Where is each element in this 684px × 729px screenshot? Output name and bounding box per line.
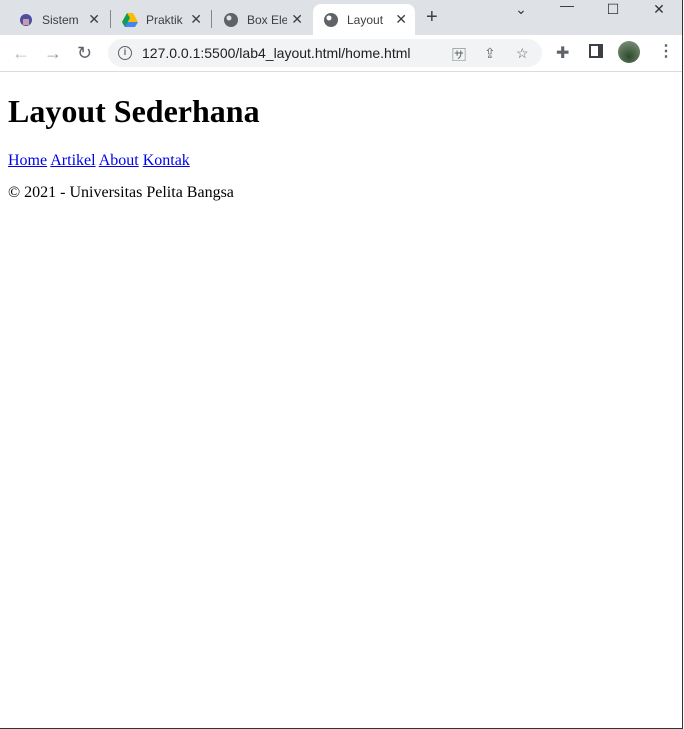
extensions-icon[interactable]: ✚ xyxy=(556,43,569,63)
browser-toolbar: ← → ↻ i 127.0.0.1:5500/lab4_layout.html/… xyxy=(0,35,682,72)
minimize-button[interactable]: — xyxy=(544,0,590,12)
globe-icon xyxy=(223,12,239,28)
tab-box-ele[interactable]: Box Ele ✕ xyxy=(213,4,311,35)
share-icon[interactable]: ⇪ xyxy=(484,45,496,62)
tab-divider xyxy=(211,10,212,28)
browser-window: Sistem ✕ Praktik ✕ Box Ele ✕ Layout ✕ + … xyxy=(0,0,683,729)
avatar[interactable] xyxy=(618,41,640,63)
nav-link-kontak[interactable]: Kontak xyxy=(143,152,190,169)
forward-button[interactable]: → xyxy=(44,43,62,64)
close-tab-icon[interactable]: ✕ xyxy=(291,11,303,28)
reload-button[interactable]: ↻ xyxy=(77,43,92,64)
page-title: Layout Sederhana xyxy=(8,93,260,129)
maximize-button[interactable]: ☐ xyxy=(590,2,636,16)
bookmark-star-icon[interactable]: ☆ xyxy=(516,45,529,62)
university-logo-icon xyxy=(18,12,34,28)
url-text[interactable]: 127.0.0.1:5500/lab4_layout.html/home.htm… xyxy=(142,45,411,61)
nav-link-artikel[interactable]: Artikel xyxy=(50,152,95,169)
close-tab-icon[interactable]: ✕ xyxy=(395,11,407,28)
nav-link-about[interactable]: About xyxy=(99,152,139,169)
tab-praktik[interactable]: Praktik ✕ xyxy=(112,4,210,35)
footer-text: © 2021 - Universitas Pelita Bangsa xyxy=(8,184,234,201)
nav-link-home[interactable]: Home xyxy=(8,152,47,169)
back-button[interactable]: ← xyxy=(12,43,30,64)
tab-strip: Sistem ✕ Praktik ✕ Box Ele ✕ Layout ✕ + … xyxy=(0,0,682,35)
tab-search-chevron-icon[interactable]: ⌄ xyxy=(498,2,544,16)
nav-menu: Home Artikel About Kontak xyxy=(8,152,260,170)
menu-kebab-icon[interactable]: ⋮ xyxy=(658,41,674,61)
side-panel-icon[interactable] xyxy=(589,44,603,58)
translate-icon[interactable]: 🈂 xyxy=(452,45,466,65)
tab-divider xyxy=(110,10,111,28)
close-tab-icon[interactable]: ✕ xyxy=(190,11,202,28)
page-content: Layout Sederhana Home Artikel About Kont… xyxy=(8,72,260,202)
tab-sistem[interactable]: Sistem ✕ xyxy=(8,4,108,35)
google-drive-icon xyxy=(122,12,138,28)
globe-icon xyxy=(323,12,339,28)
info-icon[interactable]: i xyxy=(118,46,132,60)
address-bar[interactable]: i 127.0.0.1:5500/lab4_layout.html/home.h… xyxy=(108,39,542,67)
tab-layout[interactable]: Layout ✕ xyxy=(313,4,415,35)
close-window-button[interactable]: ✕ xyxy=(636,2,682,16)
close-tab-icon[interactable]: ✕ xyxy=(88,11,100,28)
new-tab-button[interactable]: + xyxy=(426,6,438,29)
